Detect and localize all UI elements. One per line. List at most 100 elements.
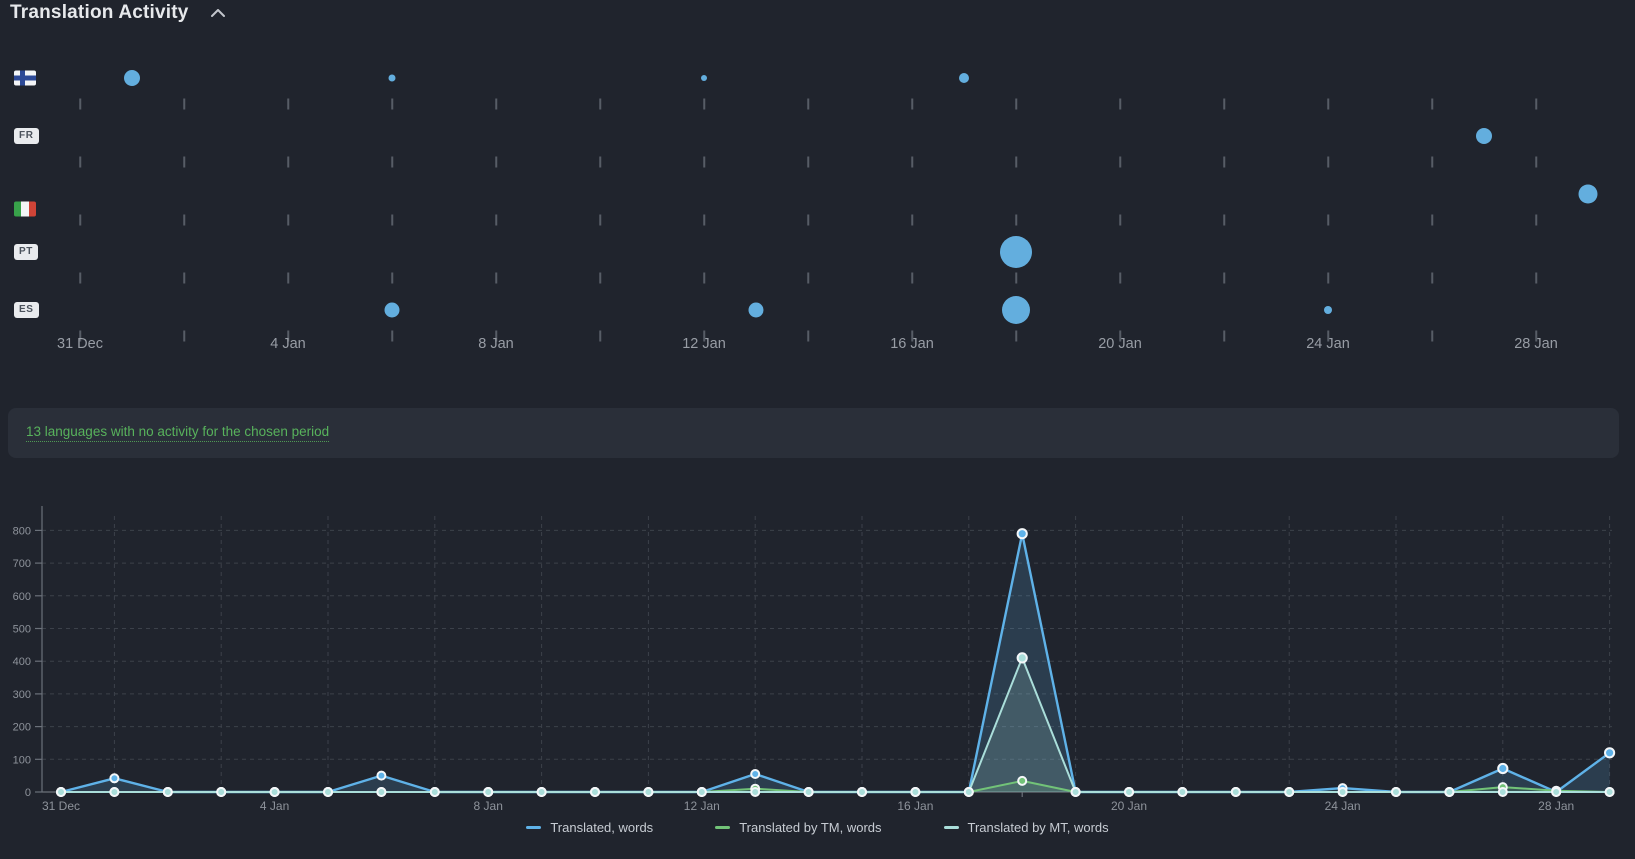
data-point[interactable]: [1552, 788, 1560, 796]
punchcard-x-label: 8 Jan: [478, 336, 513, 352]
data-point[interactable]: [965, 788, 973, 796]
x-axis-label: 28 Jan: [1538, 799, 1574, 813]
activity-bubble-pt-18-Jan[interactable]: [1000, 236, 1032, 268]
data-point[interactable]: [751, 770, 759, 778]
data-point[interactable]: [1125, 788, 1133, 796]
collapse-section-button[interactable]: [207, 5, 229, 21]
legend-item-1[interactable]: Translated by TM, words: [715, 820, 881, 835]
punchcard-tick: [1535, 273, 1537, 284]
punchcard-tick: [1327, 157, 1329, 168]
data-point[interactable]: [324, 788, 332, 796]
data-point[interactable]: [1018, 653, 1027, 662]
punchcard-tick: [183, 215, 185, 226]
activity-bubble-es-18-Jan[interactable]: [1002, 296, 1030, 324]
data-point[interactable]: [1285, 788, 1293, 796]
data-point[interactable]: [1445, 788, 1453, 796]
data-point[interactable]: [1072, 788, 1080, 796]
language-activity-punchcard: FRPTES31 Dec4 Jan8 Jan12 Jan16 Jan20 Jan…: [0, 48, 1635, 366]
punchcard-tick: [495, 99, 497, 110]
punchcard-tick: [79, 273, 81, 284]
data-point[interactable]: [805, 788, 813, 796]
data-point[interactable]: [911, 788, 919, 796]
punchcard-tick: [911, 273, 913, 284]
activity-bubble-fi-17-Jan[interactable]: [959, 73, 969, 83]
data-point[interactable]: [858, 788, 866, 796]
data-point[interactable]: [377, 772, 385, 780]
punchcard-tick: [911, 99, 913, 110]
punchcard-tick: [599, 215, 601, 226]
punchcard-tick: [911, 215, 913, 226]
data-point[interactable]: [1232, 788, 1240, 796]
punchcard-tick: [1327, 273, 1329, 284]
x-axis-label: 24 Jan: [1325, 799, 1361, 813]
punchcard-tick: [703, 99, 705, 110]
data-point[interactable]: [110, 788, 118, 796]
language-badge-pt: PT: [14, 244, 38, 260]
italian-flag-icon: [14, 202, 36, 217]
activity-bubble-fr-27-Jan[interactable]: [1476, 128, 1492, 144]
punchcard-tick: [1223, 273, 1225, 284]
data-point[interactable]: [1178, 788, 1186, 796]
punchcard-tick: [599, 99, 601, 110]
data-point[interactable]: [164, 788, 172, 796]
data-point[interactable]: [1339, 788, 1347, 796]
punchcard-tick: [391, 99, 393, 110]
punchcard-tick: [1119, 157, 1121, 168]
punchcard-tick: [1431, 157, 1433, 168]
legend-item-2[interactable]: Translated by MT, words: [944, 820, 1109, 835]
y-axis-label: 200: [13, 722, 31, 734]
activity-bubble-es-6-Jan[interactable]: [385, 303, 400, 318]
activity-bubble-fi-1-Jan[interactable]: [124, 70, 140, 86]
no-activity-languages-link[interactable]: 13 languages with no activity for the ch…: [26, 424, 329, 442]
data-point[interactable]: [1498, 764, 1507, 773]
data-point[interactable]: [57, 788, 65, 796]
legend-color-dash: [944, 826, 959, 829]
data-point[interactable]: [591, 788, 599, 796]
y-axis-label: 300: [13, 689, 31, 701]
data-point[interactable]: [1392, 788, 1400, 796]
chart-legend: Translated, words Translated by TM, words…: [0, 820, 1635, 835]
data-point[interactable]: [377, 788, 385, 796]
translation-words-chart: 010020030040050060070080031 Dec4 Jan8 Ja…: [0, 470, 1635, 820]
data-point[interactable]: [110, 774, 118, 782]
data-point[interactable]: [431, 788, 439, 796]
data-point[interactable]: [217, 788, 225, 796]
punchcard-tick: [599, 157, 601, 168]
punchcard-tick: [1535, 157, 1537, 168]
activity-bubble-es-13-Jan[interactable]: [749, 303, 764, 318]
punchcard-x-label: 4 Jan: [270, 336, 305, 352]
data-point[interactable]: [484, 788, 492, 796]
punchcard-tick: [1015, 331, 1017, 342]
y-axis-label: 800: [13, 525, 31, 537]
data-point[interactable]: [271, 788, 279, 796]
series-line-0: [61, 534, 1610, 792]
activity-bubble-it-29-Jan[interactable]: [1579, 185, 1598, 204]
punchcard-tick: [183, 331, 185, 342]
data-point[interactable]: [698, 788, 706, 796]
data-point[interactable]: [1499, 788, 1507, 796]
data-point[interactable]: [1018, 777, 1026, 785]
punchcard-tick: [1327, 215, 1329, 226]
punchcard-tick: [703, 215, 705, 226]
punchcard-tick: [1431, 331, 1433, 342]
data-point[interactable]: [1018, 529, 1027, 538]
legend-item-0[interactable]: Translated, words: [526, 820, 653, 835]
data-point[interactable]: [644, 788, 652, 796]
translation-activity-widget: Translation Activity FRPTES31 Dec4 Jan8 …: [0, 0, 1635, 859]
activity-bubble-fi-6-Jan[interactable]: [389, 75, 396, 82]
finnish-flag-icon: [14, 71, 36, 86]
punchcard-x-label: 31 Dec: [57, 336, 103, 352]
data-point[interactable]: [1605, 748, 1614, 757]
data-point[interactable]: [538, 788, 546, 796]
data-point[interactable]: [751, 788, 759, 796]
data-point[interactable]: [1606, 788, 1614, 796]
activity-bubble-es-24-Jan[interactable]: [1324, 306, 1332, 314]
punchcard-tick: [807, 157, 809, 168]
y-axis-label: 700: [13, 558, 31, 570]
series-line-2: [61, 658, 1610, 792]
activity-bubble-fi-12-Jan[interactable]: [701, 75, 707, 81]
legend-label: Translated by TM, words: [739, 820, 881, 835]
x-axis-label: 12 Jan: [684, 799, 720, 813]
x-axis-label: 8 Jan: [474, 799, 503, 813]
punchcard-tick: [183, 157, 185, 168]
